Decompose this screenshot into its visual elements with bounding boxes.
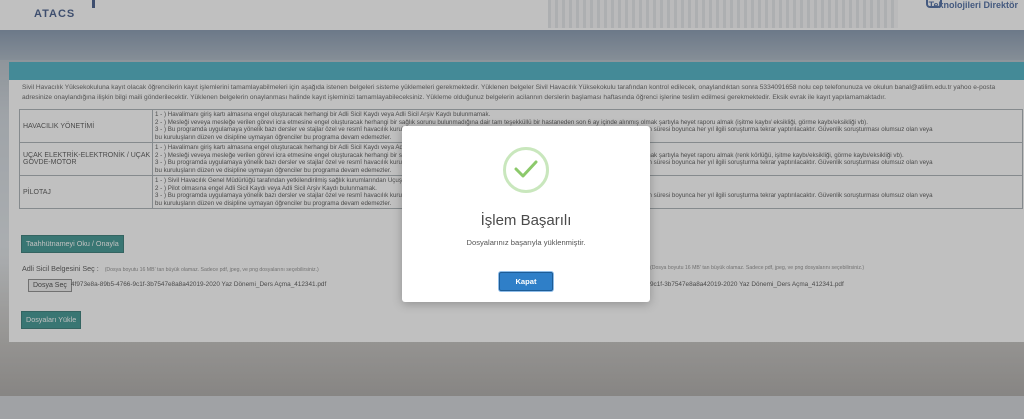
- success-check-icon: [503, 147, 549, 193]
- check-mark-icon: [514, 160, 538, 178]
- success-dialog: İşlem Başarılı Dosyalarınız başarıyla yü…: [402, 126, 650, 302]
- dialog-message: Dosyalarınız başarıyla yüklenmiştir.: [466, 238, 586, 247]
- dialog-title: İşlem Başarılı: [480, 212, 572, 229]
- close-button[interactable]: Kapat: [499, 272, 553, 291]
